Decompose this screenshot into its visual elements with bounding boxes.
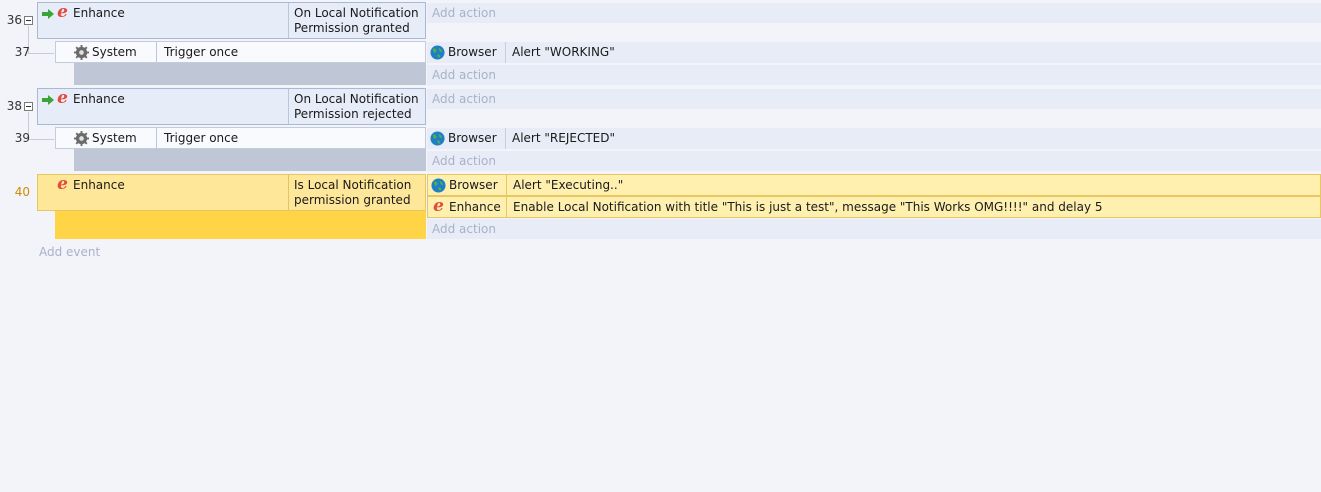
event-number: 38 — [6, 99, 22, 113]
add-action-link[interactable]: Add action — [432, 154, 496, 168]
enhance-e-icon: e — [433, 196, 444, 216]
enhance-e-icon: e — [57, 2, 68, 22]
sub-event-condition-block[interactable]: System Trigger once — [55, 127, 426, 149]
collapse-minus-icon[interactable] — [24, 16, 33, 25]
gear-icon — [74, 131, 89, 146]
enhance-e-icon: e — [57, 174, 68, 194]
action-row-selected[interactable]: e Enhance Enable Local Notification with… — [427, 196, 1321, 218]
event-condition-block[interactable]: e Enhance On Local Notification Permissi… — [37, 88, 426, 125]
green-arrow-icon — [42, 95, 54, 105]
event-number: 39 — [14, 131, 30, 145]
globe-icon — [430, 45, 445, 60]
condition-text-line1: Is Local Notification — [294, 178, 412, 192]
globe-icon — [431, 178, 446, 193]
sub-event-condition-block[interactable]: System Trigger once — [55, 41, 426, 63]
action-text: Alert "REJECTED" — [512, 131, 615, 145]
add-event-link[interactable]: Add event — [39, 245, 100, 259]
action-row[interactable]: Browser Alert "WORKING" — [427, 41, 1321, 63]
condition-object-name: System — [92, 45, 137, 59]
action-row[interactable]: Add action — [427, 88, 1321, 109]
event-number: 40 — [14, 185, 30, 199]
add-action-link[interactable]: Add action — [432, 6, 496, 20]
event-number: 36 — [6, 13, 22, 27]
condition-text-line1: On Local Notification — [294, 6, 419, 20]
action-row[interactable]: Add action — [427, 2, 1321, 23]
event-condition-block-selected[interactable]: e Enhance Is Local Notification permissi… — [37, 174, 426, 211]
action-text: Alert "WORKING" — [512, 45, 615, 59]
condition-text: Trigger once — [164, 131, 239, 145]
action-row[interactable]: Add action — [427, 218, 1321, 239]
action-object-name: Enhance — [449, 200, 501, 214]
action-object-name: Browser — [449, 178, 498, 192]
action-object-name: Browser — [448, 131, 497, 145]
condition-object-name: System — [92, 131, 137, 145]
action-row-selected[interactable]: Browser Alert "Executing.." — [427, 174, 1321, 196]
event-number: 37 — [14, 45, 30, 59]
condition-object-name: Enhance — [73, 6, 125, 20]
condition-text: Trigger once — [164, 45, 239, 59]
condition-text-line1: On Local Notification — [294, 92, 419, 106]
globe-icon — [430, 131, 445, 146]
condition-text-line2: Permission rejected — [294, 107, 412, 121]
action-row[interactable]: Add action — [427, 150, 1321, 171]
condition-text-line2: Permission granted — [294, 21, 410, 35]
add-action-link[interactable]: Add action — [432, 68, 496, 82]
condition-object-name: Enhance — [73, 178, 125, 192]
action-text: Enable Local Notification with title "Th… — [513, 200, 1103, 214]
action-row[interactable]: Add action — [427, 64, 1321, 85]
action-row[interactable]: Browser Alert "REJECTED" — [427, 127, 1321, 149]
collapse-minus-icon[interactable] — [24, 102, 33, 111]
gear-icon — [74, 45, 89, 60]
green-arrow-icon — [42, 9, 54, 19]
add-action-link[interactable]: Add action — [432, 92, 496, 106]
enhance-e-icon: e — [57, 88, 68, 108]
action-text: Alert "Executing.." — [513, 178, 624, 192]
condition-text-line2: permission granted — [294, 193, 411, 207]
action-object-name: Browser — [448, 45, 497, 59]
add-action-link[interactable]: Add action — [432, 222, 496, 236]
event-condition-block[interactable]: e Enhance On Local Notification Permissi… — [37, 2, 426, 39]
condition-object-name: Enhance — [73, 92, 125, 106]
